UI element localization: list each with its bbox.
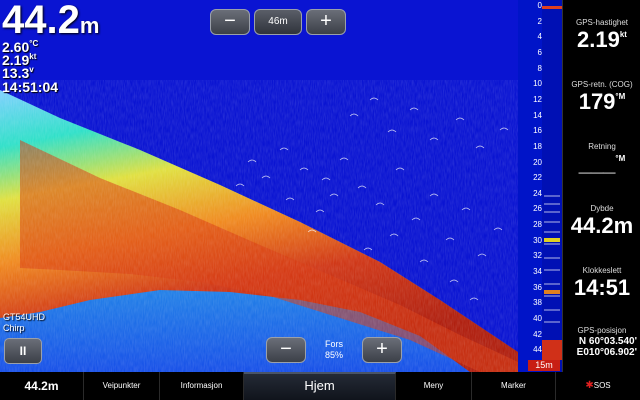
- overlay-time: 14:51:04: [2, 79, 59, 95]
- gps-speed-field[interactable]: GPS-hastighet 2.19kt: [563, 18, 640, 52]
- depth-tick-label: 42: [533, 329, 542, 339]
- battery-voltage: 13.3v: [2, 65, 34, 81]
- bottom-depth-button[interactable]: 44.2m: [0, 372, 84, 400]
- depth-tick-label: 24: [533, 188, 542, 198]
- clock-field[interactable]: Klokkeslett 14:51: [563, 266, 640, 300]
- information-button[interactable]: Informasjon: [160, 372, 244, 400]
- waypoints-button[interactable]: Veipunkter: [84, 372, 160, 400]
- temperature-unit: °C: [29, 39, 39, 48]
- pause-button[interactable]: II: [4, 338, 42, 364]
- zoom-in-button[interactable]: +: [306, 9, 346, 35]
- marks-button[interactable]: Marker: [472, 372, 556, 400]
- range-control: − 46m +: [210, 9, 346, 35]
- gps-longitude: E010°06.902': [576, 347, 637, 358]
- zoom-out-button[interactable]: −: [210, 9, 250, 35]
- depth-field-value: 44.2m: [570, 213, 634, 238]
- gain-display[interactable]: Fors 85%: [310, 337, 358, 363]
- transducer-mode: Chirp: [3, 323, 25, 333]
- depth-tick-label: 36: [533, 282, 542, 292]
- depth-tick-label: 28: [533, 220, 542, 230]
- heading-field[interactable]: Retning ___°M: [563, 142, 640, 176]
- transducer-info: GT54UHD Chirp: [3, 312, 45, 334]
- sos-label: SOS: [593, 381, 611, 390]
- depth-value: 44.2: [2, 0, 80, 42]
- range-display[interactable]: 46m: [254, 9, 302, 35]
- transducer-model: GT54UHD: [3, 312, 46, 322]
- home-button[interactable]: Hjem: [244, 372, 396, 400]
- depth-tick-label: 4: [537, 32, 542, 42]
- gain-control: − Fors 85% +: [266, 337, 402, 363]
- depth-tick-label: 8: [537, 63, 542, 73]
- gps-speed-unit: kt: [619, 30, 627, 39]
- depth-tick-label: 12: [533, 94, 542, 104]
- voltage-unit: v: [29, 65, 34, 74]
- gps-position-field[interactable]: GPS-posisjon N 60°03.540' E010°06.902': [563, 326, 640, 358]
- gain-label: Fors: [325, 339, 343, 349]
- cog-unit: °M: [615, 92, 626, 101]
- menu-button[interactable]: Meny: [396, 372, 472, 400]
- heading-value: ___: [578, 151, 616, 176]
- heading-unit: °M: [615, 154, 626, 163]
- cog-field[interactable]: GPS-retn. (COG) 179°M: [563, 80, 640, 114]
- bottom-bar: 44.2m Veipunkter Informasjon Hjem Meny M…: [0, 372, 640, 400]
- gain-increase-button[interactable]: +: [362, 337, 402, 363]
- depth-scale: 0 2 4 6 8 10 12 14 16 18 20 22 24 26 28 30 32 34 36 38 40 42 4…: [518, 0, 562, 372]
- gps-latitude: N 60°03.540': [578, 336, 637, 347]
- scale-range-badge[interactable]: 15m: [528, 360, 560, 371]
- data-panel[interactable]: GPS-hastighet 2.19kt GPS-retn. (COG) 179…: [562, 0, 640, 372]
- depth-tick-label: 22: [533, 173, 542, 183]
- depth-tick-label: 2: [537, 16, 542, 26]
- depth-tick-label: 16: [533, 126, 542, 136]
- depth-tick-label: 32: [533, 251, 542, 261]
- depth-tick-label: 14: [533, 110, 542, 120]
- sonar-screen: 44.2m 2.60°C 2.19kt 13.3v 14:51:04 − 46m…: [0, 0, 640, 400]
- sos-star-icon: ✱: [585, 380, 594, 391]
- depth-tick-label: 20: [533, 157, 542, 167]
- gps-position-label: GPS-posisjon: [577, 326, 627, 335]
- depth-tick-label: 6: [537, 47, 542, 57]
- gain-value: 85%: [324, 350, 343, 360]
- depth-tick-label: 10: [533, 79, 542, 89]
- depth-unit: m: [79, 13, 100, 38]
- depth-tick-label: 44: [533, 345, 542, 355]
- depth-tick-label: 18: [533, 141, 542, 151]
- gps-speed-value: 2.19: [577, 27, 620, 52]
- depth-field[interactable]: Dybde 44.2m: [563, 204, 640, 238]
- sos-button[interactable]: ✱SOS: [556, 372, 640, 400]
- clock-value: 14:51: [573, 275, 631, 300]
- depth-tick-label: 40: [533, 314, 542, 324]
- depth-tick-label: 0: [537, 1, 542, 10]
- gain-decrease-button[interactable]: −: [266, 337, 306, 363]
- depth-tick-label: 34: [533, 267, 542, 277]
- depth-tick-label: 30: [533, 235, 542, 245]
- sonar-echo-image: [0, 0, 518, 372]
- sonar-view[interactable]: [0, 0, 518, 372]
- depth-tick-label: 26: [533, 204, 542, 214]
- speed-unit: kt: [29, 52, 37, 61]
- depth-tick-label: 38: [533, 298, 542, 308]
- cog-value: 179: [578, 89, 616, 114]
